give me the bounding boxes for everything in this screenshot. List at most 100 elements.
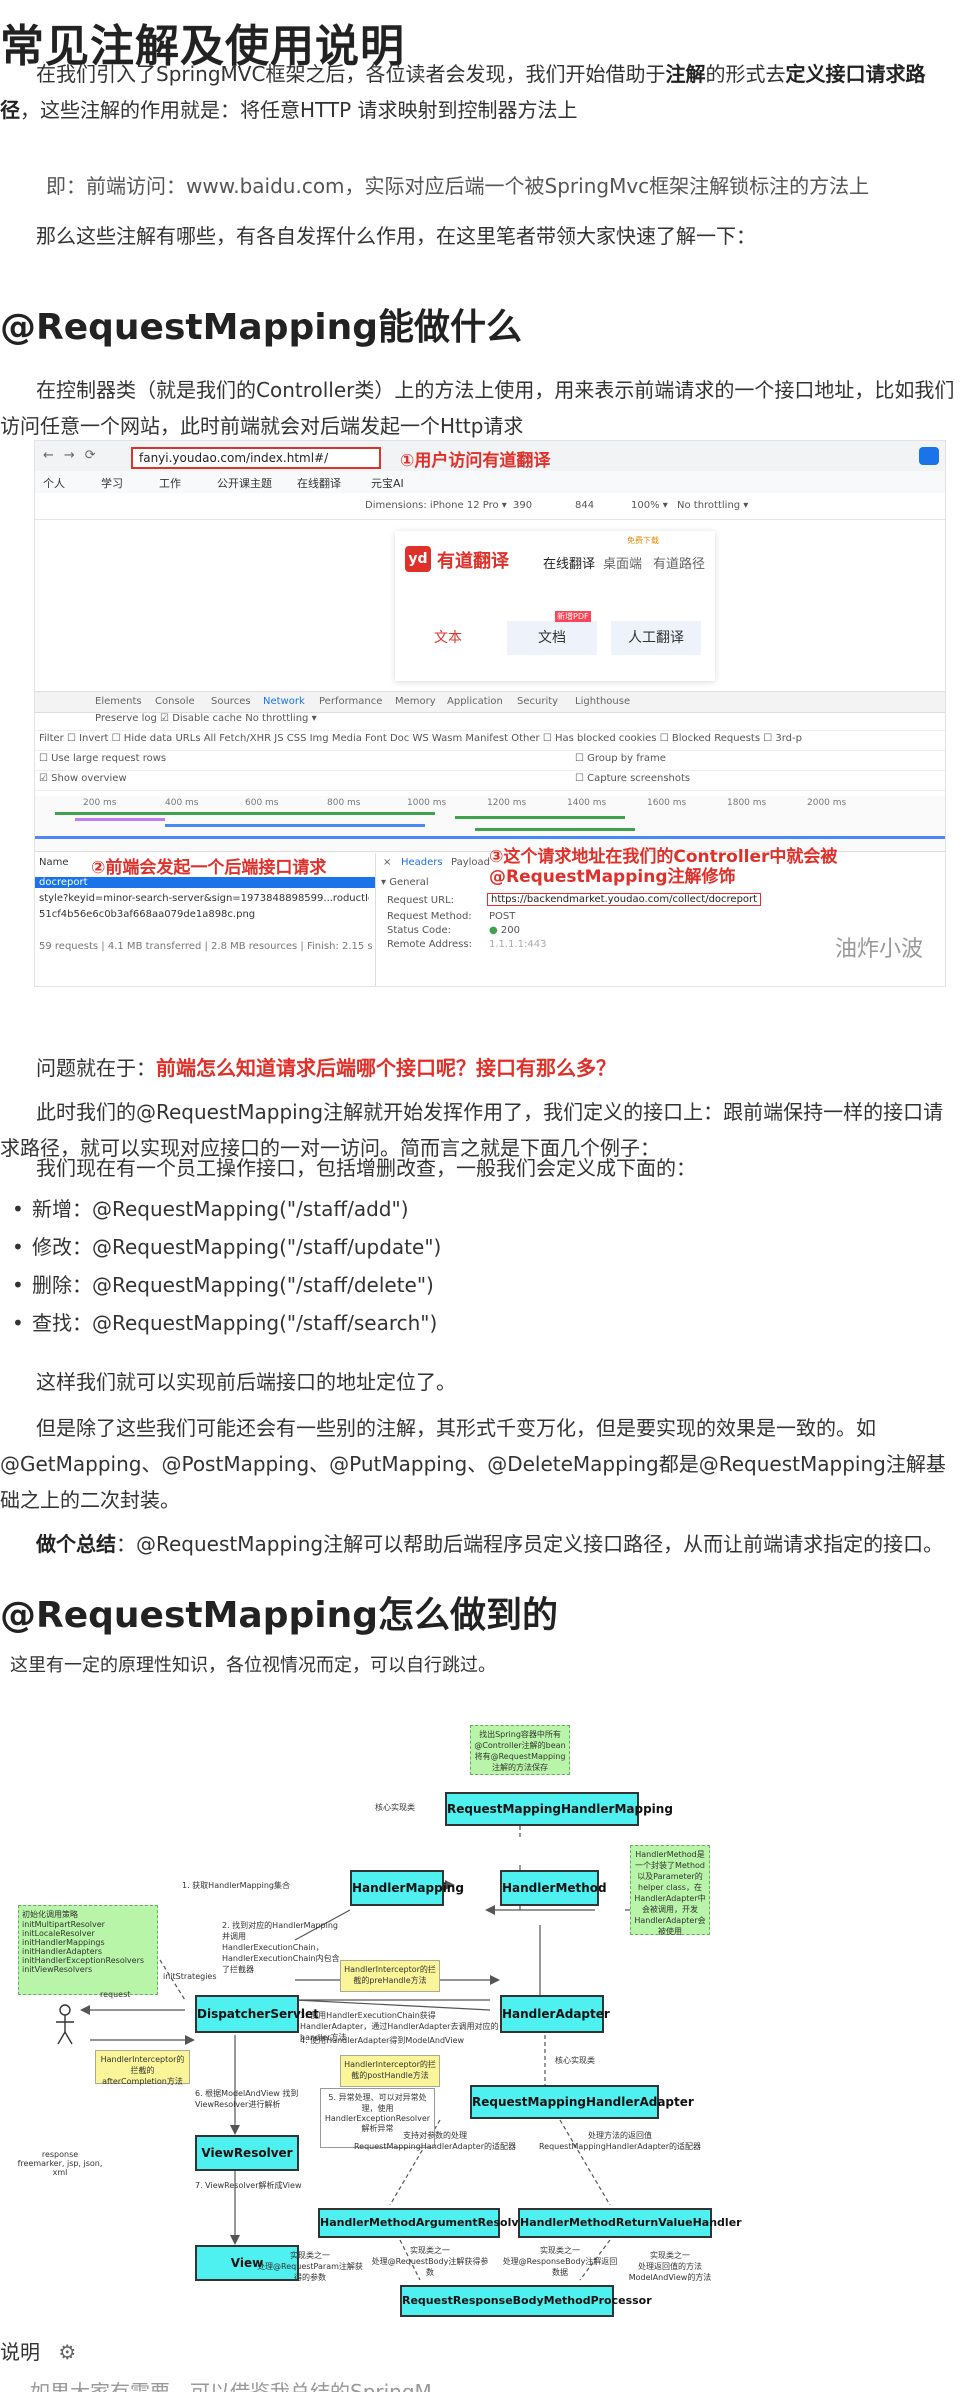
timeline-tick: 1800 ms [727, 798, 767, 808]
summary-bold: 做个总结 [36, 1532, 116, 1556]
list-item: 新增：@RequestMapping("/staff/add") [0, 1190, 960, 1228]
youdao-tab[interactable]: 有道路径 [653, 553, 705, 572]
network-options[interactable]: Preserve log ☑ Disable cache No throttli… [35, 713, 945, 731]
label-response: response freemarker, jsp, json, xml [17, 2150, 103, 2177]
devtools-screenshot: ←→⟳ fanyi.youdao.com/index.html#/ ①用户访问有… [34, 440, 946, 987]
tab-elements[interactable]: Elements [95, 696, 142, 707]
tab-console[interactable]: Console [155, 696, 195, 707]
tab-application[interactable]: Application [447, 696, 503, 707]
footer-bar: 说明 ⚙ [0, 2336, 76, 2365]
summary-text: ：@RequestMapping注解可以帮助后端程序员定义接口路径，从而让前端请… [116, 1532, 944, 1556]
zoom-select[interactable]: 100% ▾ [631, 500, 668, 511]
tab-lighthouse[interactable]: Lighthouse [575, 696, 630, 707]
box-handlermethod: HandlerMethod [500, 1870, 607, 1906]
device-toolbar: Dimensions: iPhone 12 Pro ▾ 390 844 100%… [35, 493, 945, 520]
tab-sources[interactable]: Sources [211, 696, 251, 707]
section1-paragraph-1: 在控制器类（就是我们的Controller类）上的方法上使用，用来表示前端请求的… [0, 378, 955, 438]
timeline-tick: 600 ms [245, 798, 279, 808]
bookmark-item[interactable]: 学习 [101, 475, 123, 491]
section-heading-how: @RequestMapping怎么做到的 [0, 1595, 558, 1636]
label-step-2: 2. 找到对应的HandlerMapping并调用HandlerExecutio… [222, 1921, 340, 1974]
request-url-value: https://backendmarket.youdao.com/collect… [487, 893, 762, 906]
box-requestmappinghandlermapping: RequestMappingHandlerMapping [445, 1792, 673, 1826]
tab-performance[interactable]: Performance [319, 696, 382, 707]
network-status-bar: 59 requests | 4.1 MB transferred | 2.8 M… [39, 941, 407, 952]
devtools-tabs: Elements Console Sources Network Perform… [35, 691, 945, 713]
capture-checkbox[interactable]: ☐ Capture screenshots [575, 773, 690, 784]
label-arg-note: 支持对参数的处理 RequestMappingHandlerAdapter的适配… [353, 2131, 517, 2151]
youdao-human-button[interactable]: 人工翻译 [611, 621, 701, 655]
timeline-tick: 2000 ms [807, 798, 847, 808]
request-row[interactable]: style?keyid=minor-search-server&sign=197… [39, 893, 369, 904]
network-filter[interactable]: Filter ☐ Invert ☐ Hide data URLs All Fet… [35, 733, 945, 751]
request-url-label: Request URL: [387, 895, 455, 906]
large-rows-checkbox[interactable]: ☐ Use large request rows [39, 753, 166, 764]
device-select[interactable]: Dimensions: iPhone 12 Pro ▾ [365, 500, 507, 511]
extension-icon[interactable] [919, 447, 939, 465]
footer-next-text: 如果大家有需要，可以借鉴我总结的SpringM... [30, 2380, 451, 2392]
general-section[interactable]: ▾ General [381, 877, 429, 888]
youdao-text-button[interactable]: 文本 [403, 621, 493, 655]
annotation-2: ②前端会发起一个后端接口请求 [91, 858, 327, 878]
tab-network[interactable]: Network [263, 696, 305, 707]
note-posthandle: HandlerInterceptor的拦截的postHandle方法 [340, 2055, 440, 2087]
timeline-bar [475, 828, 635, 831]
bookmark-item[interactable]: 个人 [43, 475, 65, 491]
box-dispatcherservlet: DispatcherServlet [195, 1995, 319, 2033]
address-bar[interactable]: fanyi.youdao.com/index.html#/ [131, 447, 381, 469]
springmvc-flow-diagram: 找出Spring容器中所有@Controller注解的bean 将有@Reque… [0, 1710, 977, 2330]
request-method-label: Request Method: [387, 911, 472, 922]
gear-icon[interactable]: ⚙ [58, 2340, 76, 2364]
intro-paragraph-2: 那么这些注解有哪些，有各自发挥什么作用，在这里笔者带领大家快速了解一下： [36, 224, 756, 248]
intro-bold-annotation: 注解 [665, 62, 706, 86]
timeline-tick: 800 ms [327, 798, 361, 808]
status-code-text: 200 [500, 925, 520, 936]
box-viewresolver: ViewResolver [195, 2135, 299, 2171]
note-handlermethod: HandlerMethod是一个封装了Method以及Parameter的hel… [630, 1845, 710, 1936]
summary-paragraph: 做个总结：@RequestMapping注解可以帮助后端程序员定义接口路径，从而… [0, 1526, 960, 1562]
close-icon[interactable]: × [383, 857, 391, 868]
device-height[interactable]: 844 [575, 500, 594, 511]
tab-security[interactable]: Security [517, 696, 558, 707]
youdao-doc-button[interactable]: 文档 [507, 621, 597, 655]
request-details: × Headers Payload ③这个请求地址在我们的Controller中… [377, 847, 945, 986]
bookmark-item[interactable]: 在线翻译 [297, 475, 341, 491]
device-width[interactable]: 390 [513, 500, 532, 511]
youdao-tab[interactable]: 在线翻译 [543, 553, 595, 572]
group-frame-checkbox[interactable]: ☐ Group by frame [575, 753, 666, 764]
label-impl-requestbody: 实现类之一 处理@RequestBody注解获得参数 [371, 2246, 489, 2277]
youdao-tab[interactable]: 桌面端 [603, 553, 642, 572]
timeline-bar [75, 818, 165, 821]
tab-payload[interactable]: Payload [451, 857, 490, 868]
overview-option: ☑ Show overview ☐ Capture screenshots [35, 773, 945, 791]
network-timeline: 200 ms 400 ms 600 ms 800 ms 1000 ms 1200… [35, 796, 945, 852]
box-requestresponsebodymethodprocessor: RequestResponseBodyMethodProcessor [400, 2285, 652, 2317]
label-step-6: 6. 根据ModelAndView 找到ViewResolver进行解析 [195, 2089, 299, 2109]
intro-quote: 即：前端访问：www.baidu.com，实际对应后端一个被SpringMvc框… [46, 174, 870, 198]
annotation-3-line1: ③这个请求地址在我们的Controller中就会被 [489, 847, 838, 867]
youdao-name: 有道翻译 [437, 551, 509, 572]
overview-checkbox[interactable]: ☑ Show overview [39, 773, 127, 784]
label-step-4: 4. 使用HandlerAdapter得到ModelAndView [300, 2036, 465, 2045]
bookmark-item[interactable]: 工作 [159, 475, 181, 491]
section1-paragraph-3: 我们现在有一个员工操作接口，包括增删改查，一般我们会定义成下面的： [36, 1156, 696, 1180]
nav-arrows-icon: ←→⟳ [43, 448, 106, 463]
request-row[interactable]: 51cf4b56e6c0b3af668aa079de1a898c.png [39, 909, 255, 920]
youdao-logo: yd [405, 546, 431, 572]
label-impl-modelandview: 实现类之一 处理返回值的方法 ModelAndView的方法 [628, 2251, 712, 2282]
bookmarks-bar: 个人 学习 工作 公开课主题 在线翻译 元宝AI [35, 471, 945, 494]
section1-paragraph-5: 但是除了这些我们可能还会有一些别的注解，其形式千变万化，但是要实现的效果是一致的… [0, 1416, 946, 1512]
box-handleradapter: HandlerAdapter [500, 1995, 610, 2033]
request-row-selected[interactable]: docreport [35, 877, 375, 888]
box-handlermapping: HandlerMapping [350, 1870, 464, 1906]
tab-headers[interactable]: Headers [401, 857, 443, 868]
box-requestmappinghandleradapter: RequestMappingHandlerAdapter [470, 2085, 694, 2119]
label-core-impl-1: 核心实现类 [375, 1803, 415, 1812]
bookmark-item[interactable]: 公开课主题 [217, 475, 272, 491]
box-argumentresolver: HandlerMethodArgumentResolver [318, 2208, 531, 2238]
bookmark-item[interactable]: 元宝AI [371, 475, 404, 491]
section1-paragraph-4: 这样我们就可以实现前后端接口的地址定位了。 [36, 1370, 456, 1394]
throttle-select[interactable]: No throttling ▾ [677, 500, 748, 511]
status-code-value: ● 200 [489, 925, 520, 936]
tab-memory[interactable]: Memory [395, 696, 436, 707]
